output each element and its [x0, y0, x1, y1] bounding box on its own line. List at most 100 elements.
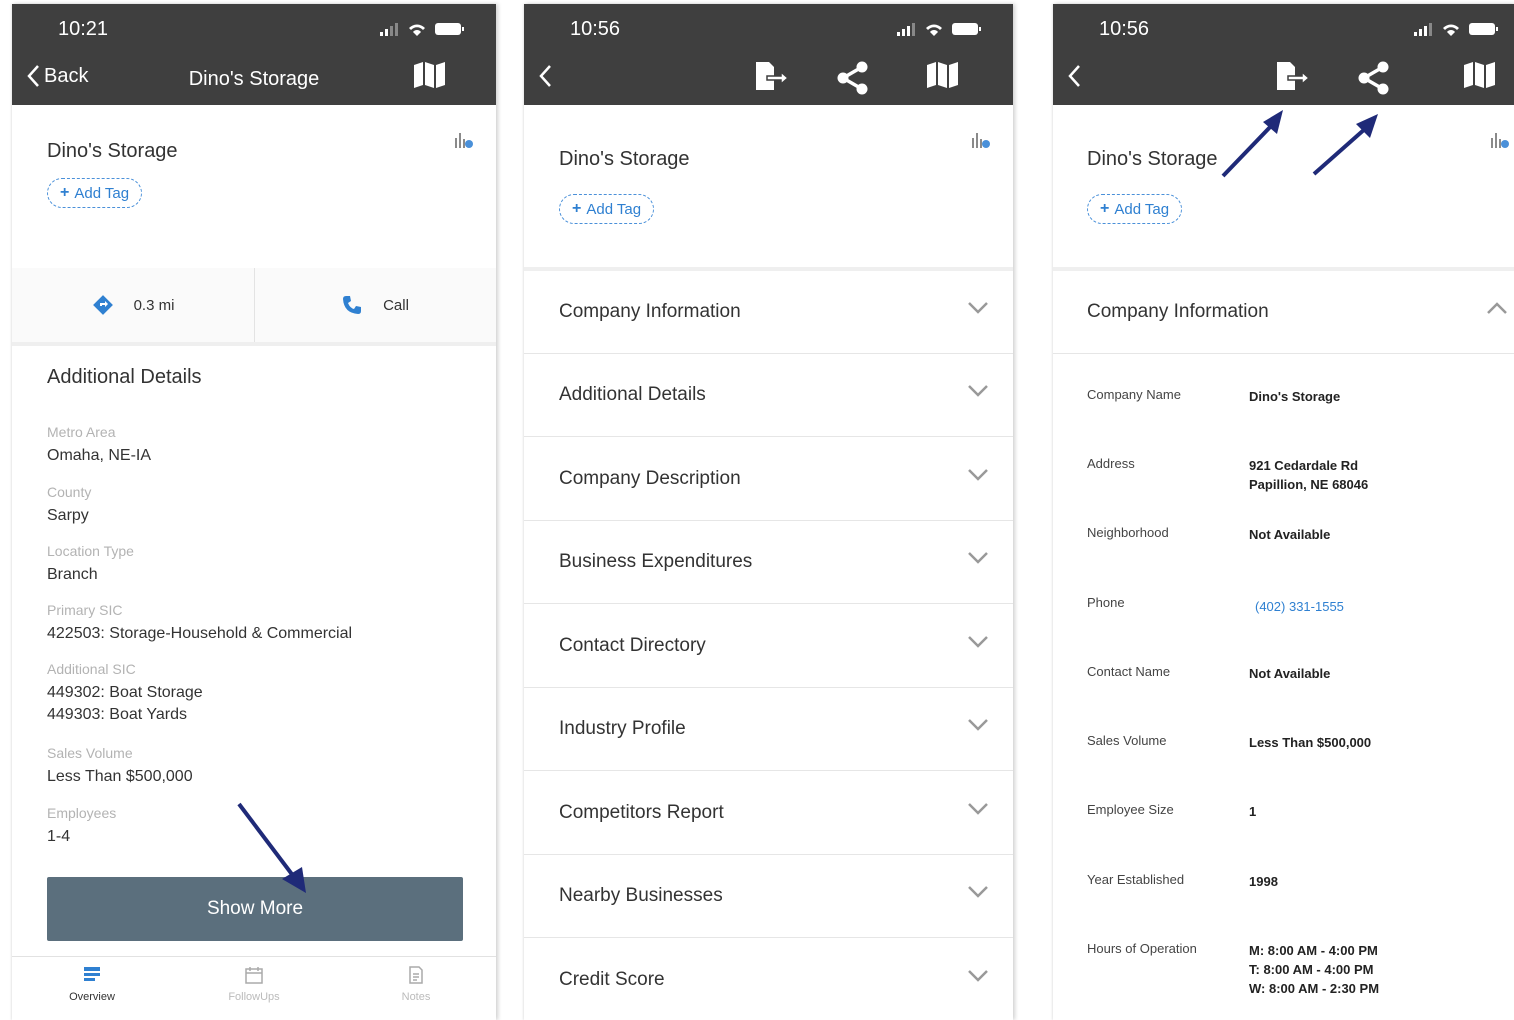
show-more-button[interactable]: Show More [47, 877, 463, 941]
annotation-arrow [1221, 110, 1283, 178]
detail-value: 449302: Boat Storage [47, 684, 203, 701]
field-key: Company Name [1087, 387, 1181, 402]
tab-followups[interactable]: FollowUps [204, 965, 304, 1003]
chevron-down-icon [968, 970, 988, 982]
section-label: Nearby Businesses [559, 885, 723, 906]
add-tag-label: Add Tag [1114, 200, 1170, 218]
section-company-information[interactable]: Company Information [524, 271, 1013, 354]
section-divider [12, 342, 496, 346]
detail-value: 449303: Boat Yards [47, 706, 187, 723]
chevron-down-icon [968, 385, 988, 397]
tab-notes[interactable]: Notes [366, 965, 466, 1003]
add-tag-button[interactable]: + Add Tag [1087, 194, 1183, 224]
map-icon[interactable] [412, 60, 448, 90]
chevron-up-icon [1487, 302, 1507, 314]
share-icon[interactable] [1356, 60, 1392, 96]
section-credit-score[interactable]: Credit Score [524, 939, 1013, 1020]
section-competitors-report[interactable]: Competitors Report [524, 772, 1013, 855]
detail-employees: Employees 1-4 [47, 805, 116, 848]
field-value: Less Than $500,000 [1249, 735, 1372, 750]
hand-touch-icon[interactable] [969, 130, 991, 150]
directions-button[interactable]: 0.3 mi [12, 268, 254, 342]
detail-label: Primary SIC [47, 602, 123, 618]
field-key: Address [1087, 456, 1135, 471]
section-contact-directory[interactable]: Contact Directory [524, 605, 1013, 688]
back-button[interactable] [538, 64, 552, 88]
phone-link[interactable]: (402) 331-1555 [1255, 597, 1344, 616]
tab-label: Overview [69, 991, 115, 1003]
map-icon[interactable] [1462, 60, 1498, 90]
field-key: Neighborhood [1087, 525, 1169, 540]
phone-screen-sections: 10:56 Dino's Storage + Add Tag Company In… [524, 4, 1013, 1020]
section-label: Company Description [559, 468, 741, 489]
field-value: M: 8:00 AM - 4:00 PM T: 8:00 AM - 4:00 PM… [1249, 941, 1379, 998]
status-icons [897, 23, 981, 36]
section-additional-details[interactable]: Additional Details [524, 354, 1013, 437]
action-bar: 0.3 mi Call [12, 268, 496, 342]
add-tag-button[interactable]: + Add Tag [47, 178, 143, 208]
hand-touch-icon[interactable] [452, 130, 474, 150]
status-time: 10:56 [1099, 18, 1150, 40]
phone-icon [343, 296, 362, 314]
section-company-description[interactable]: Company Description [524, 438, 1013, 521]
annotation-arrow [1312, 114, 1378, 176]
section-label: Contact Directory [559, 635, 706, 656]
phone-screen-company-info: 10:56 Dino's Storage + Add Tag Company In… [1053, 4, 1514, 1020]
section-label: Company Information [559, 301, 741, 322]
notes-icon [409, 966, 423, 984]
company-name: Dino's Storage [47, 140, 178, 162]
detail-sales-volume: Sales Volume Less Than $500,000 [47, 745, 193, 788]
section-business-expenditures[interactable]: Business Expenditures [524, 521, 1013, 604]
export-icon[interactable] [1274, 60, 1310, 92]
section-title: Additional Details [47, 366, 202, 388]
hours-line: T: 8:00 AM - 4:00 PM [1249, 962, 1374, 977]
field-value: Not Available [1249, 666, 1331, 681]
export-icon[interactable] [753, 60, 789, 92]
detail-label: Location Type [47, 543, 134, 559]
detail-metro-area: Metro Area Omaha, NE-IA [47, 424, 151, 467]
call-button[interactable]: Call [254, 268, 496, 342]
tab-overview[interactable]: Overview [42, 965, 142, 1003]
tab-label: FollowUps [228, 991, 280, 1003]
section-label: Additional Details [559, 384, 706, 405]
detail-value: 1-4 [47, 828, 71, 845]
section-industry-profile[interactable]: Industry Profile [524, 688, 1013, 771]
map-icon[interactable] [925, 60, 961, 90]
section-label: Industry Profile [559, 718, 686, 739]
field-value: 1998 [1249, 874, 1278, 889]
detail-value: Omaha, NE-IA [47, 447, 152, 464]
app-header: 10:56 [524, 4, 1013, 105]
field-key: Year Established [1087, 872, 1185, 887]
hand-touch-icon[interactable] [1488, 130, 1510, 150]
field-value: 1 [1249, 804, 1257, 819]
tab-label: Notes [401, 991, 431, 1003]
chevron-left-icon [1068, 65, 1080, 87]
overview-icon [84, 967, 100, 981]
detail-label: Sales Volume [47, 745, 133, 761]
chevron-down-icon [968, 719, 988, 731]
add-tag-button[interactable]: + Add Tag [559, 194, 655, 224]
chevron-down-icon [968, 552, 988, 564]
app-header: 10:56 [1053, 4, 1514, 105]
bottom-tab-bar: Overview FollowUps Notes [12, 956, 496, 1020]
section-label: Business Expenditures [559, 551, 753, 572]
field-value: Dino's Storage [1249, 389, 1341, 404]
back-button[interactable] [1067, 64, 1081, 88]
section-label: Credit Score [559, 969, 665, 990]
detail-label: Additional SIC [47, 661, 136, 677]
section-label: Competitors Report [559, 802, 724, 823]
detail-value: 422503: Storage-Household & Commercial [47, 625, 353, 642]
share-icon[interactable] [835, 60, 871, 96]
hours-line: W: 8:00 AM - 2:30 PM [1249, 981, 1380, 996]
field-key: Sales Volume [1087, 733, 1167, 748]
section-company-information[interactable]: Company Information [1053, 271, 1514, 354]
detail-value: Sarpy [47, 507, 89, 524]
add-tag-label: Add Tag [74, 184, 130, 202]
chevron-down-icon [968, 302, 988, 314]
field-key: Hours of Operation [1087, 941, 1197, 956]
chevron-down-icon [968, 636, 988, 648]
status-icons [1414, 23, 1498, 36]
chevron-down-icon [968, 886, 988, 898]
chevron-down-icon [968, 469, 988, 481]
section-nearby-businesses[interactable]: Nearby Businesses [524, 855, 1013, 938]
